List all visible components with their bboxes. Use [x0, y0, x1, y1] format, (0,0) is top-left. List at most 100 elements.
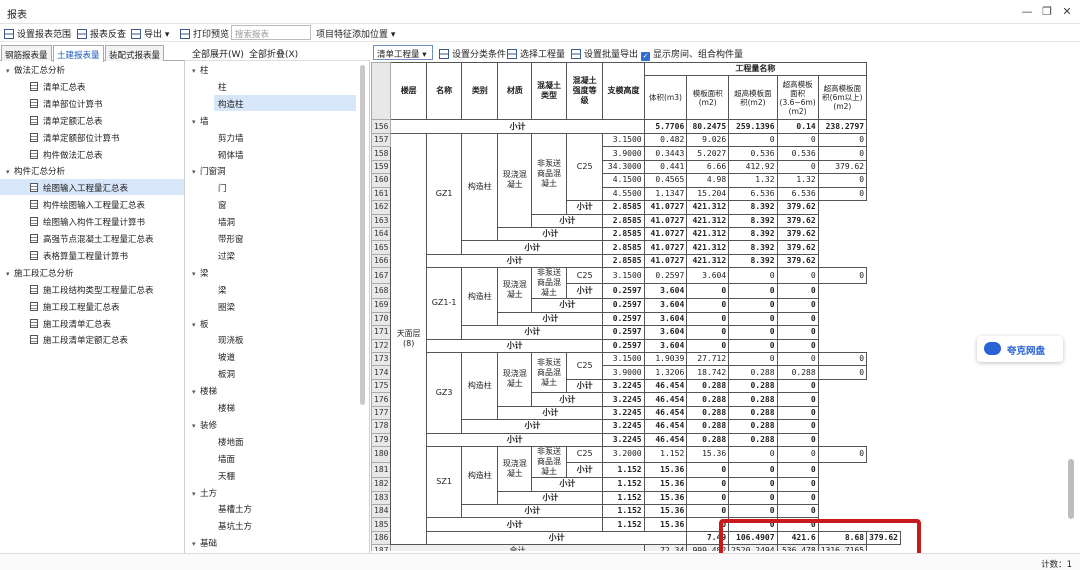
- category-tree-item[interactable]: ▾ 土方: [186, 484, 356, 500]
- report-tree-item[interactable]: 高强节点混凝土工程量汇总表: [0, 230, 184, 246]
- category-tree-item[interactable]: 剪力墙: [214, 129, 356, 145]
- chevron-down-icon[interactable]: ▾: [192, 540, 200, 548]
- table-row[interactable]: 172 小计 0.2597 3.604 0 0 0: [371, 338, 901, 354]
- page-scrollbar[interactable]: [1068, 459, 1074, 519]
- category-tree-item[interactable]: 墙洞: [214, 213, 356, 229]
- category-tree-item[interactable]: ▾ 板: [186, 315, 356, 331]
- category-tree-item[interactable]: 现浇板: [214, 331, 356, 347]
- chevron-down-icon[interactable]: ▾: [6, 270, 14, 278]
- report-tree-item[interactable]: 绘图输入工程量汇总表: [0, 179, 184, 196]
- tab-civil[interactable]: 土建报表量: [53, 45, 104, 62]
- category-tree-item[interactable]: 基槽土方: [214, 500, 356, 516]
- chevron-down-icon[interactable]: ▾: [6, 168, 14, 176]
- set-classify-button[interactable]: 设置分类条件: [439, 47, 506, 60]
- category-tree-item[interactable]: 柱: [214, 78, 356, 94]
- category-tree-item[interactable]: 墙面: [214, 450, 356, 466]
- table-row[interactable]: 167 GZ1-1 构造柱 现浇混凝土 非泵送商品混凝土 C25 3.1500 0.2597 3…: [371, 267, 901, 340]
- category-tree-item[interactable]: 过梁: [214, 247, 356, 263]
- chevron-down-icon[interactable]: ▾: [192, 118, 200, 126]
- category-tree-item[interactable]: 砌体墙: [214, 146, 356, 162]
- category-tree-item[interactable]: 构造柱: [214, 94, 356, 111]
- show-rooms-checkbox[interactable]: ✓ 显示房间、组合构件量: [641, 47, 743, 61]
- report-tree-item[interactable]: 清单定额部位计算书: [0, 129, 184, 145]
- category-tree-item[interactable]: ▾ 梁: [186, 264, 356, 280]
- category-tree-item[interactable]: 圈梁: [214, 298, 356, 314]
- category-tree-item[interactable]: ▾ 柱: [186, 61, 356, 77]
- category-tree-item[interactable]: 梁: [214, 281, 356, 297]
- category-tree-item[interactable]: 带形窗: [214, 230, 356, 246]
- reverse-check-button[interactable]: 报表反查: [77, 27, 126, 40]
- collapse-all-button[interactable]: 全部折叠(X): [249, 47, 298, 60]
- subtotal-label: 小计: [425, 517, 604, 532]
- category-tree-item[interactable]: ▾ 基础: [186, 534, 356, 550]
- report-tree-item[interactable]: 施工段工程量汇总表: [0, 298, 184, 314]
- category-tree-item[interactable]: 板洞: [214, 365, 356, 381]
- report-tree-item[interactable]: 构件绘图输入工程量汇总表: [0, 196, 184, 212]
- category-tree-item[interactable]: 天棚: [214, 467, 356, 483]
- quantity-type-select[interactable]: 清单工程量 ▾: [373, 45, 433, 60]
- table-row[interactable]: 157 天面层(8) GZ1 构造柱 现浇混凝土 非泵送商品混凝土 C25 3.1500 0.4…: [371, 132, 901, 546]
- minimize-icon[interactable]: —: [1020, 5, 1034, 18]
- category-tree-item[interactable]: ▾ 墙: [186, 112, 356, 128]
- material-cell: 现浇混凝土: [497, 446, 533, 492]
- report-tree-item[interactable]: 施工段清单定额汇总表: [0, 331, 184, 347]
- restore-icon[interactable]: ❐: [1040, 5, 1054, 18]
- header-row[interactable]: 楼层 名称 类别 材质 混凝土类型 混凝土强度等级 支模高度 工程量名称: [371, 62, 901, 121]
- table-row[interactable]: 173 GZ3 构造柱 现浇混凝土 非泵送商品混凝土 C25 3.1500 1.9039 27.…: [371, 351, 901, 434]
- subtotal-label: 小计: [425, 530, 688, 546]
- table-row[interactable]: 166 小计 2.8585 41.0727 421.312 8.392 379.62: [371, 253, 901, 269]
- report-tree-item[interactable]: 构件做法汇总表: [0, 146, 184, 162]
- tab-rebar[interactable]: 钢筋报表量: [1, 45, 52, 61]
- report-tree-item[interactable]: 施工段结构类型工程量汇总表: [0, 281, 184, 297]
- category-tree-item[interactable]: 基坑土方: [214, 517, 356, 533]
- table-cell: 0: [776, 338, 819, 354]
- table-cell: 3.604: [643, 338, 688, 354]
- category-tree-item[interactable]: 楼地面: [214, 433, 356, 449]
- table-cell: 1.152: [602, 477, 645, 492]
- category-tree-item[interactable]: 门: [214, 179, 356, 195]
- report-tree-item[interactable]: 表格算量工程量计算书: [0, 247, 184, 263]
- export-button[interactable]: 导出 ▾: [131, 27, 169, 40]
- cloud-drive-widget[interactable]: 夸克网盘: [977, 336, 1063, 362]
- report-tree-item[interactable]: 清单定额汇总表: [0, 112, 184, 128]
- table-row[interactable]: 179 小计 3.2245 46.454 0.288 0.288 0: [371, 432, 901, 448]
- set-range-button[interactable]: 设置报表范围: [4, 27, 71, 40]
- table-row[interactable]: 156 小计 5.7706 80.2475 259.1396 0.14 238.2797: [371, 119, 901, 134]
- report-tree-item[interactable]: 清单汇总表: [0, 78, 184, 94]
- tab-prefab[interactable]: 装配式报表量: [105, 45, 165, 61]
- chevron-down-icon[interactable]: ▾: [192, 67, 200, 75]
- export-label: 导出: [144, 30, 163, 40]
- close-icon[interactable]: ✕: [1060, 5, 1074, 18]
- add-position-dropdown[interactable]: 项目特征添加位置 ▾: [316, 27, 395, 40]
- chevron-down-icon[interactable]: ▾: [192, 490, 200, 498]
- chevron-down-icon[interactable]: ▾: [192, 321, 200, 329]
- table-cell: 18.742: [686, 365, 730, 380]
- report-tree-item[interactable]: ▾ 做法汇总分析: [0, 61, 184, 77]
- category-tree-item[interactable]: ▾ 楼梯: [186, 382, 356, 398]
- expand-all-button[interactable]: 全部展开(W): [192, 47, 244, 60]
- window-title: 报表: [7, 10, 27, 21]
- report-tree-item[interactable]: ▾ 施工段汇总分析: [0, 264, 184, 280]
- category-tree-item[interactable]: ▾ 装修: [186, 416, 356, 432]
- category-tree-item[interactable]: ▾ 门窗洞: [186, 162, 356, 178]
- report-tree-item[interactable]: 清单部位计算书: [0, 95, 184, 111]
- category-tree-item[interactable]: 楼梯: [214, 399, 356, 415]
- table-row[interactable]: 180 SZ1 构造柱 现浇混凝土 非泵送商品混凝土 C25 3.2000 1.152 15.3…: [371, 446, 901, 519]
- select-quantity-button[interactable]: 选择工程量: [507, 47, 565, 60]
- chevron-down-icon[interactable]: ▾: [192, 388, 200, 396]
- category-tree-item[interactable]: 窗: [214, 196, 356, 212]
- chevron-down-icon[interactable]: ▾: [192, 270, 200, 278]
- print-preview-button[interactable]: 打印预览: [180, 27, 229, 40]
- chevron-down-icon[interactable]: ▾: [6, 67, 14, 75]
- chevron-down-icon[interactable]: ▾: [192, 168, 200, 176]
- chevron-down-icon[interactable]: ▾: [192, 422, 200, 430]
- category-tree-scrollbar[interactable]: [360, 65, 365, 405]
- report-tree-item[interactable]: ▾ 构件汇总分析: [0, 162, 184, 178]
- table-cell: 0: [728, 351, 778, 367]
- report-tree-item[interactable]: 绘图输入构件工程量计算书: [0, 213, 184, 229]
- report-doc-icon: [30, 132, 38, 142]
- search-input[interactable]: 搜索报表: [231, 25, 311, 40]
- report-tree-item[interactable]: 施工段清单汇总表: [0, 315, 184, 331]
- batch-export-button[interactable]: 设置批量导出: [571, 47, 638, 60]
- category-tree-item[interactable]: 坡道: [214, 348, 356, 364]
